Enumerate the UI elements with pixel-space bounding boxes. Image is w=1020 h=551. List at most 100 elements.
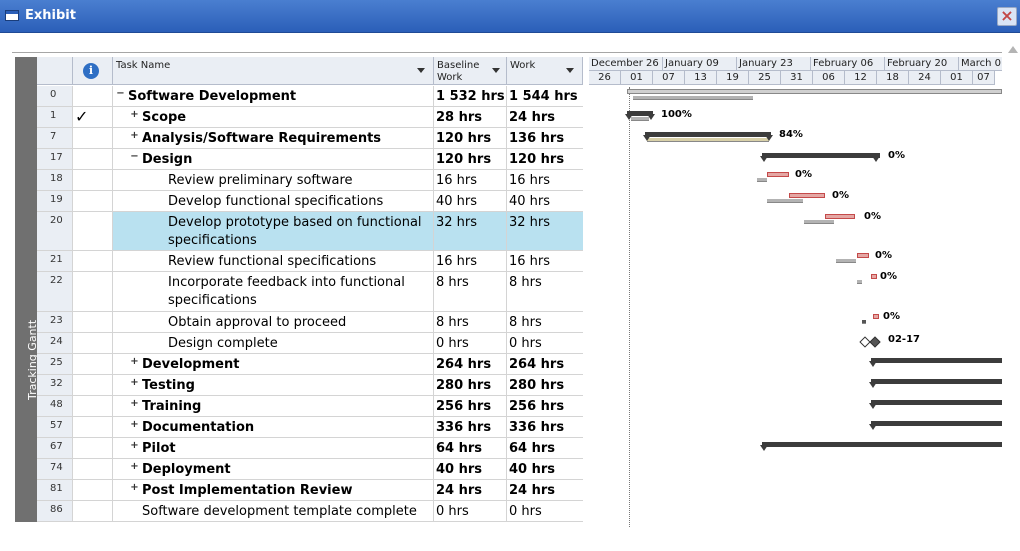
summary-end-icon[interactable]	[872, 156, 880, 162]
task-bar[interactable]	[873, 314, 879, 319]
baseline-work-cell[interactable]: 64 hrs	[434, 438, 507, 458]
baseline-bar[interactable]	[804, 220, 834, 224]
task-name-cell[interactable]: Review functional specifications	[113, 251, 434, 271]
summary-bar[interactable]	[871, 358, 1002, 363]
task-bar[interactable]	[871, 274, 877, 279]
task-row[interactable]: 22 Incorporate feedback into functional s…	[37, 272, 583, 312]
chevron-down-icon[interactable]	[566, 68, 574, 73]
task-bar[interactable]	[857, 253, 869, 258]
work-cell[interactable]: 0 hrs	[507, 501, 583, 521]
summary-bar[interactable]	[762, 153, 880, 158]
work-cell[interactable]: 40 hrs	[507, 191, 583, 211]
baseline-work-cell[interactable]: 16 hrs	[434, 251, 507, 271]
task-name-cell[interactable]: Develop functional specifications	[113, 191, 434, 211]
work-cell[interactable]: 16 hrs	[507, 170, 583, 190]
work-cell[interactable]: 8 hrs	[507, 272, 583, 311]
task-row[interactable]: 25 + Development 264 hrs 264 hrs	[37, 354, 583, 375]
task-name-cell[interactable]: + Post Implementation Review	[113, 480, 434, 500]
baseline-work-cell[interactable]: 28 hrs	[434, 107, 507, 127]
summary-start-icon[interactable]	[643, 135, 651, 141]
summary-bar[interactable]	[871, 400, 1002, 405]
summary-start-icon[interactable]	[869, 361, 877, 367]
task-name-cell[interactable]: Design complete	[113, 333, 434, 353]
baseline-work-cell[interactable]: 280 hrs	[434, 375, 507, 395]
baseline-bar[interactable]	[647, 138, 769, 142]
task-row[interactable]: 32 + Testing 280 hrs 280 hrs	[37, 375, 583, 396]
work-cell[interactable]: 1 544 hrs	[507, 86, 583, 106]
summary-bar[interactable]	[871, 421, 1002, 426]
summary-start-icon[interactable]	[625, 114, 633, 120]
work-cell[interactable]: 40 hrs	[507, 459, 583, 479]
work-cell[interactable]: 16 hrs	[507, 251, 583, 271]
work-cell[interactable]: 136 hrs	[507, 128, 583, 148]
expand-icon[interactable]: +	[130, 110, 139, 120]
work-cell[interactable]: 280 hrs	[507, 375, 583, 395]
task-name-cell[interactable]: + Testing	[113, 375, 434, 395]
expand-icon[interactable]: +	[130, 420, 139, 430]
work-cell[interactable]: 64 hrs	[507, 438, 583, 458]
task-row[interactable]: 57 + Documentation 336 hrs 336 hrs	[37, 417, 583, 438]
expand-icon[interactable]: +	[130, 462, 139, 472]
task-bar[interactable]	[789, 193, 825, 198]
task-name-cell[interactable]: + Pilot	[113, 438, 434, 458]
task-row[interactable]: 86 Software development template complete…	[37, 501, 583, 522]
baseline-work-cell[interactable]: 40 hrs	[434, 191, 507, 211]
baseline-work-cell[interactable]: 16 hrs	[434, 170, 507, 190]
baseline-work-cell[interactable]: 8 hrs	[434, 272, 507, 311]
task-name-cell[interactable]: Obtain approval to proceed	[113, 312, 434, 332]
work-cell[interactable]: 256 hrs	[507, 396, 583, 416]
baseline-work-cell[interactable]: 24 hrs	[434, 480, 507, 500]
task-name-cell[interactable]: + Training	[113, 396, 434, 416]
chevron-down-icon[interactable]	[417, 68, 425, 73]
task-row[interactable]: 18 Review preliminary software specificat…	[37, 170, 583, 191]
summary-bar[interactable]	[627, 89, 1002, 94]
task-row[interactable]: 48 + Training 256 hrs 256 hrs	[37, 396, 583, 417]
summary-bar[interactable]	[871, 379, 1002, 384]
work-cell[interactable]: 120 hrs	[507, 149, 583, 169]
summary-start-icon[interactable]	[760, 445, 768, 451]
task-row[interactable]: 23 Obtain approval to proceed 8 hrs 8 hrs	[37, 312, 583, 333]
task-name-column-header[interactable]: Task Name	[113, 57, 434, 85]
work-column-header[interactable]: Work	[507, 57, 583, 85]
task-row[interactable]: 21 Review functional specifications 16 hrs…	[37, 251, 583, 272]
id-column-header[interactable]	[37, 57, 73, 85]
task-name-cell[interactable]: − Design	[113, 149, 434, 169]
work-cell[interactable]: 264 hrs	[507, 354, 583, 374]
collapse-icon[interactable]: −	[116, 89, 125, 99]
summary-start-icon[interactable]	[869, 403, 877, 409]
task-name-cell[interactable]: Review preliminary software specificatio…	[113, 170, 434, 190]
task-row[interactable]: 1 ✓ + Scope 28 hrs 24 hrs	[37, 107, 583, 128]
task-bar[interactable]	[767, 172, 789, 177]
task-name-cell[interactable]: + Analysis/Software Requirements	[113, 128, 434, 148]
summary-end-icon[interactable]	[765, 135, 773, 141]
task-name-cell[interactable]: + Documentation	[113, 417, 434, 437]
task-name-cell[interactable]: Software development template complete	[113, 501, 434, 521]
baseline-work-cell[interactable]: 40 hrs	[434, 459, 507, 479]
work-cell[interactable]: 8 hrs	[507, 312, 583, 332]
task-row[interactable]: 67 + Pilot 64 hrs 64 hrs	[37, 438, 583, 459]
expand-icon[interactable]: +	[130, 357, 139, 367]
close-button[interactable]: ×	[997, 7, 1017, 26]
summary-start-icon[interactable]	[760, 156, 768, 162]
baseline-work-cell[interactable]: 1 532 hrs	[434, 86, 507, 106]
work-cell[interactable]: 24 hrs	[507, 480, 583, 500]
task-name-cell[interactable]: + Development	[113, 354, 434, 374]
expand-icon[interactable]: +	[130, 131, 139, 141]
baseline-bar[interactable]	[767, 199, 803, 203]
baseline-work-cell[interactable]: 32 hrs	[434, 212, 507, 250]
work-cell[interactable]: 0 hrs	[507, 333, 583, 353]
task-row[interactable]: 7 + Analysis/Software Requirements 120 hrs 1…	[37, 128, 583, 149]
collapse-icon[interactable]: −	[130, 152, 139, 162]
task-name-cell[interactable]: + Deployment	[113, 459, 434, 479]
baseline-work-cell[interactable]: 256 hrs	[434, 396, 507, 416]
baseline-work-column-header[interactable]: Baseline Work	[434, 57, 507, 85]
baseline-work-cell[interactable]: 336 hrs	[434, 417, 507, 437]
expand-icon[interactable]: +	[130, 399, 139, 409]
baseline-work-cell[interactable]: 0 hrs	[434, 333, 507, 353]
baseline-bar[interactable]	[757, 178, 767, 182]
task-bar[interactable]	[825, 214, 855, 219]
expand-icon[interactable]: +	[130, 483, 139, 493]
task-name-cell[interactable]: − Software Development	[113, 86, 434, 106]
milestone[interactable]	[869, 336, 881, 348]
baseline-bar[interactable]	[836, 259, 856, 263]
